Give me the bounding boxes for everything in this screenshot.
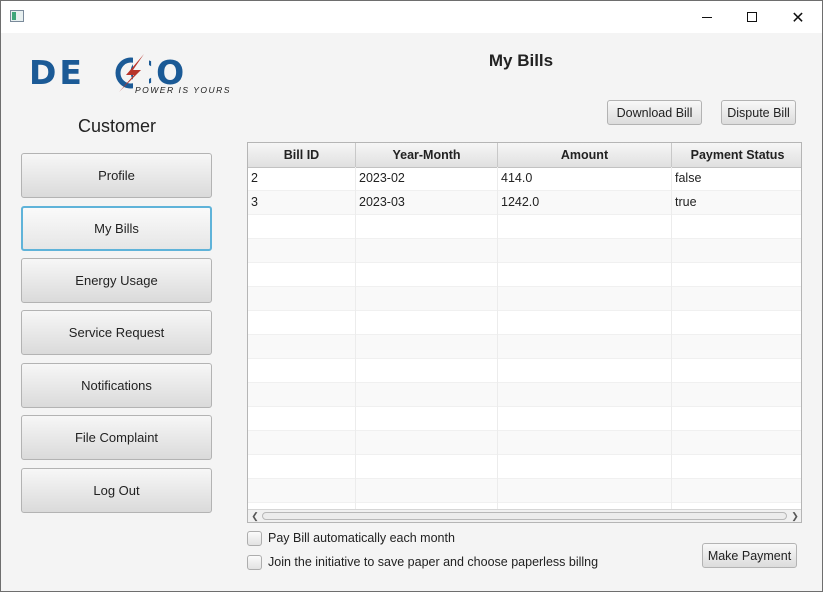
app-window: ✕ DE CO POWER IS YOURS Customer Profile M… [0,0,823,592]
bills-table[interactable]: Bill ID Year-Month Amount Payment Status… [247,142,802,523]
sidebar-item-label: Notifications [81,378,152,393]
empty-row [248,239,801,263]
sidebar-item-log-out[interactable]: Log Out [21,468,212,513]
empty-row [248,431,801,455]
maximize-icon [747,12,757,22]
empty-row [248,479,801,503]
cell-year-month: 2023-02 [356,167,498,191]
sidebar-item-notifications[interactable]: Notifications [21,363,212,408]
close-icon: ✕ [791,7,805,27]
desco-logo: DE CO POWER IS YOURS [29,51,234,99]
sidebar-item-energy-usage[interactable]: Energy Usage [21,258,212,303]
cell-bill-id: 3 [248,191,356,215]
auto-pay-checkbox[interactable] [247,530,262,546]
column-header-year-month[interactable]: Year-Month [356,143,498,167]
cell-payment-status: true [675,195,697,209]
empty-row [248,359,801,383]
cell-payment-status: false [675,171,702,185]
sidebar-item-service-request[interactable]: Service Request [21,310,212,355]
dispute-bill-button[interactable]: Dispute Bill [721,100,796,125]
auto-pay-option[interactable]: Pay Bill automatically each month [247,529,455,547]
download-bill-button[interactable]: Download Bill [607,100,702,125]
column-header-bill-id[interactable]: Bill ID [248,143,356,167]
empty-row [248,407,801,431]
scroll-right-icon[interactable]: ❯ [789,510,801,522]
empty-row [248,455,801,479]
scroll-left-icon[interactable]: ❮ [249,510,261,522]
sidebar-item-label: File Complaint [74,430,159,445]
cell-bill-id: 2 [248,167,356,191]
sidebar-item-label: My Bills [94,221,139,236]
column-header-payment-status[interactable]: Payment Status [672,143,801,167]
horizontal-scrollbar[interactable]: ❮ ❯ [248,509,801,522]
empty-row [248,263,801,287]
sidebar-item-file-complaint[interactable]: File Complaint [21,415,212,460]
table-row[interactable]: 2 2023-02 414.0 false [248,167,801,191]
make-payment-button[interactable]: Make Payment [702,543,797,568]
table-row[interactable]: 3 2023-03 1242.0 true [248,191,801,215]
close-button[interactable]: ✕ [775,1,821,33]
sidebar-item-my-bills[interactable]: My Bills [21,206,212,251]
paperless-option[interactable]: Join the initiative to save paper and ch… [247,553,598,571]
empty-row [248,383,801,407]
empty-row [248,215,801,239]
app-icon [10,10,24,22]
logo-text-left: DE [29,53,85,92]
table-body: 2 2023-02 414.0 false 3 2023-03 1242.0 t… [248,167,801,522]
cell-year-month: 2023-03 [356,191,498,215]
role-label: Customer [77,116,157,136]
logo-tagline: POWER IS YOURS [135,85,231,95]
maximize-button[interactable] [729,1,775,33]
sidebar-item-label: Profile [98,168,135,183]
sidebar-item-label: Energy Usage [75,273,158,288]
table-header: Bill ID Year-Month Amount Payment Status [248,143,801,168]
empty-row [248,311,801,335]
cell-amount: 1242.0 [498,191,672,215]
minimize-icon [702,16,712,18]
sidebar-item-label: Log Out [93,483,140,498]
auto-pay-label: Pay Bill automatically each month [268,531,455,545]
sidebar-item-profile[interactable]: Profile [21,153,212,198]
empty-row [248,335,801,359]
title-bar: ✕ [1,1,822,33]
column-header-amount[interactable]: Amount [498,143,672,167]
sidebar-item-label: Service Request [68,325,165,340]
empty-row [248,287,801,311]
minimize-button[interactable] [684,1,730,33]
paperless-checkbox[interactable] [247,554,262,570]
scrollbar-thumb[interactable] [262,512,787,520]
cell-amount: 414.0 [498,167,672,191]
paperless-label: Join the initiative to save paper and ch… [268,555,599,569]
page-title: My Bills [488,51,554,70]
